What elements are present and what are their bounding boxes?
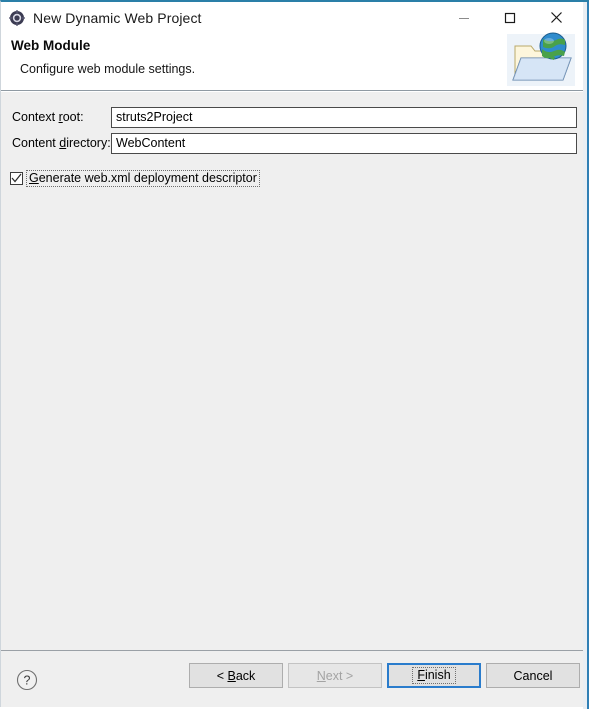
back-button[interactable]: < Back bbox=[189, 663, 283, 688]
wizard-page-body: Context root: Content directory: Generat… bbox=[1, 91, 589, 650]
content-directory-row: Content directory: bbox=[1, 132, 589, 154]
generate-webxml-checkbox[interactable] bbox=[10, 171, 23, 185]
next-button[interactable]: Next > bbox=[288, 663, 382, 688]
cancel-button[interactable]: Cancel bbox=[486, 663, 580, 688]
dialog-button-bar: ? < Back Next > Finish Cancel bbox=[1, 650, 589, 707]
context-root-label: Context root: bbox=[12, 110, 84, 124]
back-button-label: < Back bbox=[216, 668, 256, 683]
content-directory-label: Content directory: bbox=[12, 136, 111, 150]
content-directory-input[interactable] bbox=[111, 132, 577, 154]
generate-webxml-row[interactable]: Generate web.xml deployment descriptor bbox=[10, 169, 260, 187]
help-button[interactable]: ? bbox=[14, 667, 40, 693]
finish-button-label: Finish bbox=[412, 667, 456, 684]
maximize-icon bbox=[504, 12, 516, 24]
close-icon bbox=[550, 11, 563, 24]
window-title: New Dynamic Web Project bbox=[33, 9, 202, 26]
help-question-icon: ? bbox=[14, 669, 40, 696]
wizard-dialog: New Dynamic Web Project Web Module Confi… bbox=[0, 0, 589, 709]
minimize-icon bbox=[458, 12, 470, 24]
svg-text:?: ? bbox=[24, 674, 31, 688]
page-title: Web Module bbox=[11, 38, 91, 53]
action-buttons: < Back Next > Finish Cancel bbox=[189, 663, 580, 688]
cancel-button-label: Cancel bbox=[513, 668, 553, 683]
context-root-input[interactable] bbox=[111, 106, 577, 128]
minimize-button[interactable] bbox=[441, 3, 487, 33]
web-folder-globe-icon bbox=[501, 24, 581, 90]
finish-button[interactable]: Finish bbox=[387, 663, 481, 688]
page-subtitle: Configure web module settings. bbox=[20, 62, 196, 76]
next-button-label: Next > bbox=[316, 668, 354, 683]
eclipse-wizard-icon bbox=[9, 9, 25, 26]
wizard-header: Web Module Configure web module settings… bbox=[1, 32, 589, 91]
generate-webxml-label[interactable]: Generate web.xml deployment descriptor bbox=[26, 169, 260, 187]
context-root-row: Context root: bbox=[1, 106, 589, 128]
